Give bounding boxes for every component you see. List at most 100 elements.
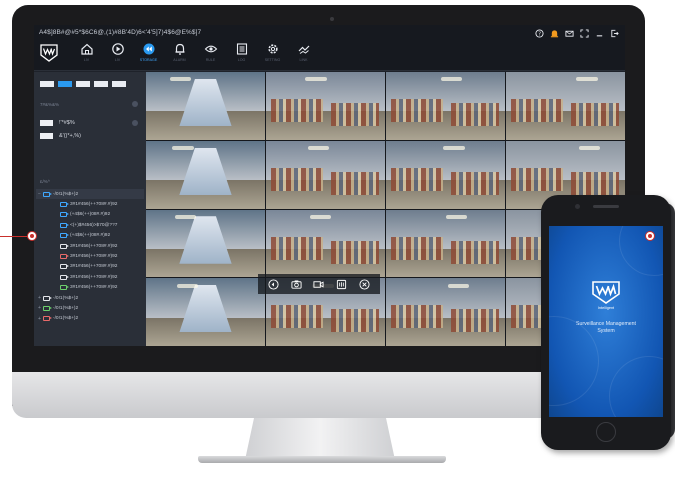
camera-icon	[43, 191, 52, 197]
phone-speaker	[593, 205, 619, 208]
fullscreen-icon[interactable]	[580, 29, 589, 38]
product-illustration: A4$]8B#@#5*$6C6@,(1)#8B'4D)6<'4'5]7)4$6@…	[0, 0, 675, 486]
feed-ceiling-light	[443, 146, 465, 151]
camera-icon	[60, 212, 69, 218]
feed-ceiling-light	[440, 77, 463, 82]
view-layout-buttons	[40, 81, 126, 87]
option-checkbox[interactable]	[40, 133, 53, 139]
tree-group[interactable]: + -/0!1(%$+)2	[36, 314, 144, 324]
camera-feed-tile[interactable]	[146, 278, 265, 346]
tree-item-label: 3#1#456(++708#.#)92	[70, 243, 118, 249]
nav-item-storage[interactable]: STORAGE	[133, 42, 164, 62]
option-item[interactable]: &'()*+,%)	[40, 133, 81, 139]
tree-camera-item[interactable]: 3#1#456(++708#.#)92	[36, 251, 144, 261]
rewind-icon	[143, 43, 154, 55]
feed-ceiling-light	[447, 283, 470, 288]
tree-camera-item[interactable]: (+4$6(++)08#.#)92	[36, 210, 144, 220]
nav-item-playback[interactable]: LIV	[102, 42, 133, 62]
stream-icon[interactable]	[336, 278, 348, 290]
option-label: !'*#$%	[59, 120, 75, 126]
watermark-shape	[619, 226, 663, 276]
option-toggle-icon[interactable]	[132, 120, 138, 126]
tree-item-label: 3#1#456(++708#.#)92	[70, 254, 118, 260]
camera-feed-tile[interactable]	[506, 72, 625, 140]
camera-feed-tile[interactable]	[386, 278, 505, 346]
camera-icon	[60, 233, 69, 239]
feed-shelf	[270, 99, 324, 123]
camera-feed-tile[interactable]	[386, 72, 505, 140]
nav-label: LIV	[114, 58, 121, 62]
message-icon[interactable]	[565, 29, 574, 38]
svg-text:?: ?	[538, 32, 541, 38]
tree-camera-item[interactable]: <(+)$#456)>$70@??7	[36, 220, 144, 230]
feed-ceiling-light	[578, 146, 600, 151]
close-icon[interactable]	[359, 278, 371, 290]
camera-icon	[43, 295, 52, 301]
play-icon	[111, 43, 124, 55]
camera-icon	[60, 202, 69, 208]
nav-item-rule[interactable]: RULE	[195, 42, 226, 62]
camera-feed-tile[interactable]	[266, 140, 385, 209]
feed-ceiling-light	[576, 77, 598, 82]
option-checkbox[interactable]	[40, 120, 53, 126]
tree-camera-item[interactable]: 3#1#456(++708#.#)92	[36, 241, 144, 251]
tree-item-label: -/0!1(%$+)2	[53, 316, 79, 322]
exit-icon[interactable]	[610, 29, 619, 38]
alarm-icon[interactable]	[550, 29, 559, 38]
camera-feed-tile[interactable]	[146, 209, 265, 278]
nav-label: ALARM	[173, 58, 186, 62]
nav-label: LIV	[83, 58, 90, 62]
feed-shelf	[510, 99, 564, 123]
feed-ceiling-light	[174, 214, 196, 219]
tree-group[interactable]: + -/0!1(%$+)2	[36, 303, 144, 313]
minimize-icon[interactable]	[595, 29, 604, 38]
nav-item-link[interactable]: LINK	[288, 42, 319, 62]
tree-camera-item[interactable]: 3#1#456(++708#.#)92	[36, 272, 144, 282]
feed-shelf	[331, 309, 380, 333]
tree-item-label: 3#1#456(++708#.#)92	[70, 285, 118, 291]
tree-group[interactable]: + -/0!1(%$+)2	[36, 293, 144, 303]
camera-feed-tile[interactable]	[266, 209, 385, 278]
list-icon	[236, 43, 247, 55]
record-back-icon[interactable]	[267, 278, 279, 290]
feed-shelf	[390, 236, 444, 260]
nav-item-log[interactable]: LOG	[226, 42, 257, 62]
camera-feed-tile[interactable]	[146, 72, 265, 140]
camera-feed-tile[interactable]	[146, 140, 265, 209]
help-icon[interactable]: ?	[535, 29, 544, 38]
feed-ceiling-light	[172, 146, 194, 151]
camera-feed-tile[interactable]	[386, 209, 505, 278]
view-layout-4-button[interactable]	[58, 81, 72, 87]
camera-feed-tile[interactable]	[266, 72, 385, 140]
nav-item-setting[interactable]: SETTING	[257, 42, 288, 62]
view-layout-9-button[interactable]	[76, 81, 90, 87]
phone-brand-text: Intelligent	[597, 306, 615, 310]
feed-shelf	[390, 167, 444, 191]
view-layout-custom-button[interactable]	[112, 81, 126, 87]
brand-logo-icon	[40, 44, 58, 62]
option-item[interactable]: !'*#$%	[40, 120, 75, 126]
tree-camera-item[interactable]: 3#1#456(++708#.#)92	[36, 262, 144, 272]
phone-caption: Surveillance Management System	[576, 321, 636, 334]
tree-camera-item[interactable]: 3#1#456(++708#.#)92	[36, 199, 144, 209]
nav-item-home[interactable]: LIV	[71, 42, 102, 62]
tree-camera-item[interactable]: 3#1#456(++708#.#)92	[36, 283, 144, 293]
tree-item-label: (+4$6(++)08#.#)92	[70, 212, 111, 218]
camera-icon	[60, 222, 69, 228]
monitor-foot	[198, 456, 446, 463]
tree-camera-item[interactable]: (+4$6(++)08#.#)92	[36, 231, 144, 241]
nav-label: SETTING	[264, 58, 281, 62]
nav-item-alarm[interactable]: ALARM	[164, 42, 195, 62]
feed-shelf	[270, 305, 324, 329]
collapse-toggle-icon[interactable]	[132, 101, 138, 107]
feed-shelf	[451, 103, 500, 127]
camera-icon[interactable]	[290, 278, 302, 290]
camera-feed-tile[interactable]	[386, 140, 505, 209]
view-layout-1-button[interactable]	[40, 81, 54, 87]
video-icon[interactable]	[313, 278, 325, 290]
phone-home-button[interactable]	[596, 422, 616, 442]
eye-icon	[204, 45, 217, 53]
feed-ceiling-light	[176, 283, 199, 288]
view-layout-16-button[interactable]	[94, 81, 108, 87]
tree-group[interactable]: − -/0!1(%$+)2	[36, 189, 144, 200]
